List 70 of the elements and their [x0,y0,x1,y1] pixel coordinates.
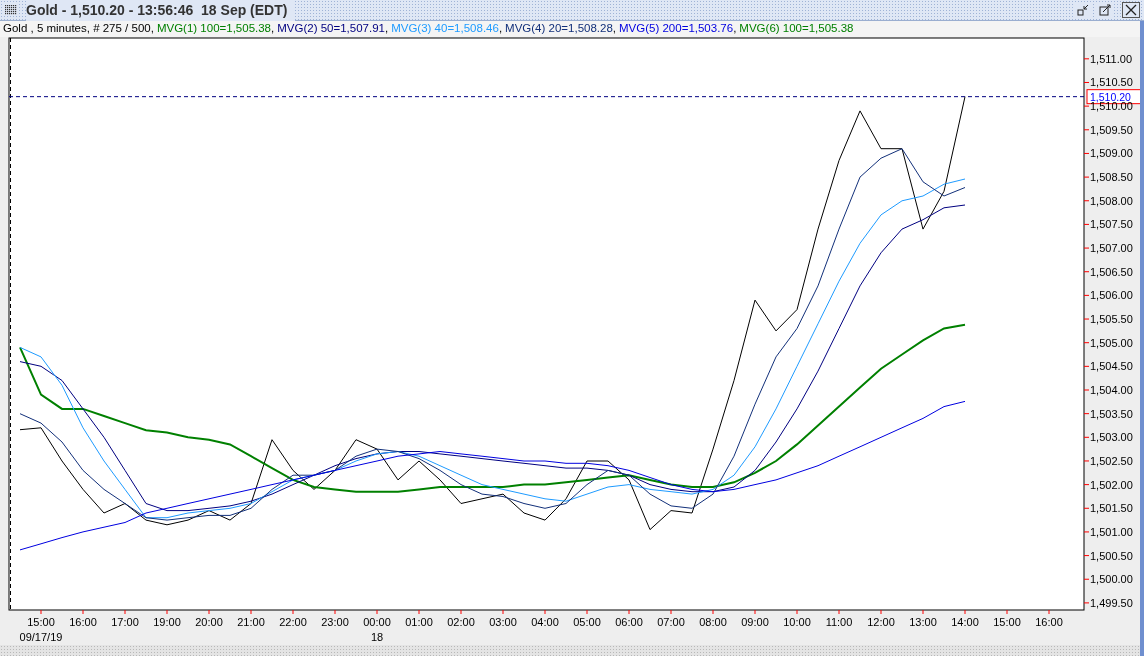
y-axis-label: 1,510.50 [1090,76,1133,89]
x-axis-label: 01:00 [405,616,433,628]
y-axis-label: 1,502.50 [1090,454,1133,467]
x-axis-label: 03:00 [489,616,517,628]
x-axis-label: 06:00 [615,616,643,628]
y-axis-label: 1,500.00 [1090,573,1133,586]
y-axis-label: 1,500.50 [1090,549,1133,562]
y-axis-label: 1,503.50 [1090,407,1133,420]
date-label: 09/17/19 [19,631,63,643]
x-axis-label: 11:00 [825,616,853,628]
legend-name: MVG(4) 20 [504,21,562,37]
y-axis-label: 1,508.50 [1090,171,1133,184]
legend-name: MVG(2) 50 [276,21,334,37]
x-axis-label: 04:00 [531,616,559,628]
x-axis-label: 13:00 [909,616,937,628]
y-axis-label: 1,503.00 [1090,431,1133,444]
y-axis-label: 1,509.50 [1090,123,1133,136]
y-axis-label: 1,499.50 [1090,596,1133,609]
y-axis-label: 1,505.50 [1090,313,1133,326]
x-axis-label: 21:00 [237,616,265,628]
y-axis-label: 1,511.00 [1090,52,1132,65]
y-axis-label: 1,501.00 [1090,525,1133,538]
x-axis-label: 10:00 [783,616,811,628]
y-axis-label: 1,508.00 [1090,194,1133,207]
x-axis-label: 12:00 [867,616,895,628]
x-axis-label: 19:00 [153,616,181,628]
x-axis-label: 09:00 [741,616,769,628]
legend-value: =1,507.91 [333,21,385,37]
y-axis-label: 1,501.50 [1090,502,1133,515]
x-axis-label: 16:00 [1035,616,1063,628]
legend-value: =1,505.38 [802,21,854,37]
x-axis-label: 20:00 [195,616,223,628]
x-axis-label: 08:00 [699,616,727,628]
x-axis-label: 00:00 [363,616,391,628]
x-axis-label: 23:00 [321,616,349,628]
legend-value: =1,508.46 [447,21,499,37]
y-axis-label: 1,506.50 [1090,265,1133,278]
y-axis-label: 1,504.00 [1090,384,1133,396]
x-axis-label: 07:00 [657,616,685,628]
x-axis-label: 05:00 [573,616,601,628]
x-axis-label: 22:00 [279,616,307,628]
legend-separator: , [612,21,617,37]
chart-info: , 5 minutes, # 275 / 500, [29,21,154,37]
y-axis-label: 1,502.00 [1090,478,1133,491]
legend-name: MVG(1) 100 [155,21,220,37]
legend-name: MVG(5) 200 [618,21,682,37]
legend-separator: , [498,21,503,37]
y-axis-label: 1,507.00 [1090,242,1133,255]
y-axis-label: 1,505.00 [1090,336,1133,349]
x-axis-label: 14:00 [951,616,979,628]
legend-value: =1,505.38 [219,21,271,37]
legend-name: MVG(6) 100 [738,21,802,37]
y-axis-label: 1,507.50 [1090,218,1133,231]
legend-name: MVG(3) 40 [390,21,448,37]
y-axis-label: 1,504.50 [1090,360,1133,373]
y-axis-label: 1,509.00 [1090,147,1133,160]
x-axis-label: 15:00 [27,616,55,628]
legend-value: =1,508.28 [561,21,613,37]
x-axis-label: 02:00 [447,616,475,628]
x-axis-label: 17:00 [111,616,139,628]
legend-separator: , [384,21,389,37]
y-axis-label: 1,506.00 [1090,289,1133,302]
x-axis-label: 16:00 [69,616,97,628]
instrument-name: Gold [3,21,28,37]
legend-separator: , [271,21,275,37]
ref-line-label: 1,510.20 [1090,90,1132,103]
legend-separator: , [733,21,737,37]
x-axis-label: 15:00 [993,616,1021,628]
window-title: Gold - 1,510.20 - 13:56:46 18 Sep (EDT) [26,0,296,21]
date-label: 18 [370,631,384,643]
